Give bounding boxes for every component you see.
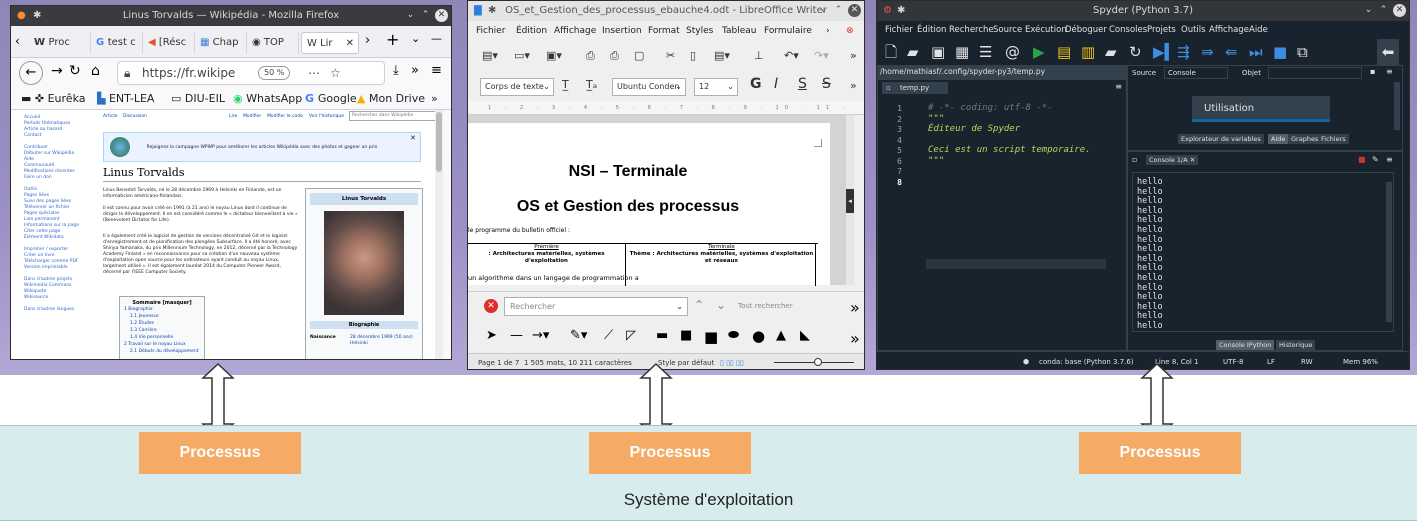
os-label: Système d'exploitation [623, 490, 794, 509]
process-box-3: Processus [1079, 432, 1241, 474]
process-box-2: Processus [589, 432, 751, 474]
process-box-1: Processus [139, 432, 301, 474]
